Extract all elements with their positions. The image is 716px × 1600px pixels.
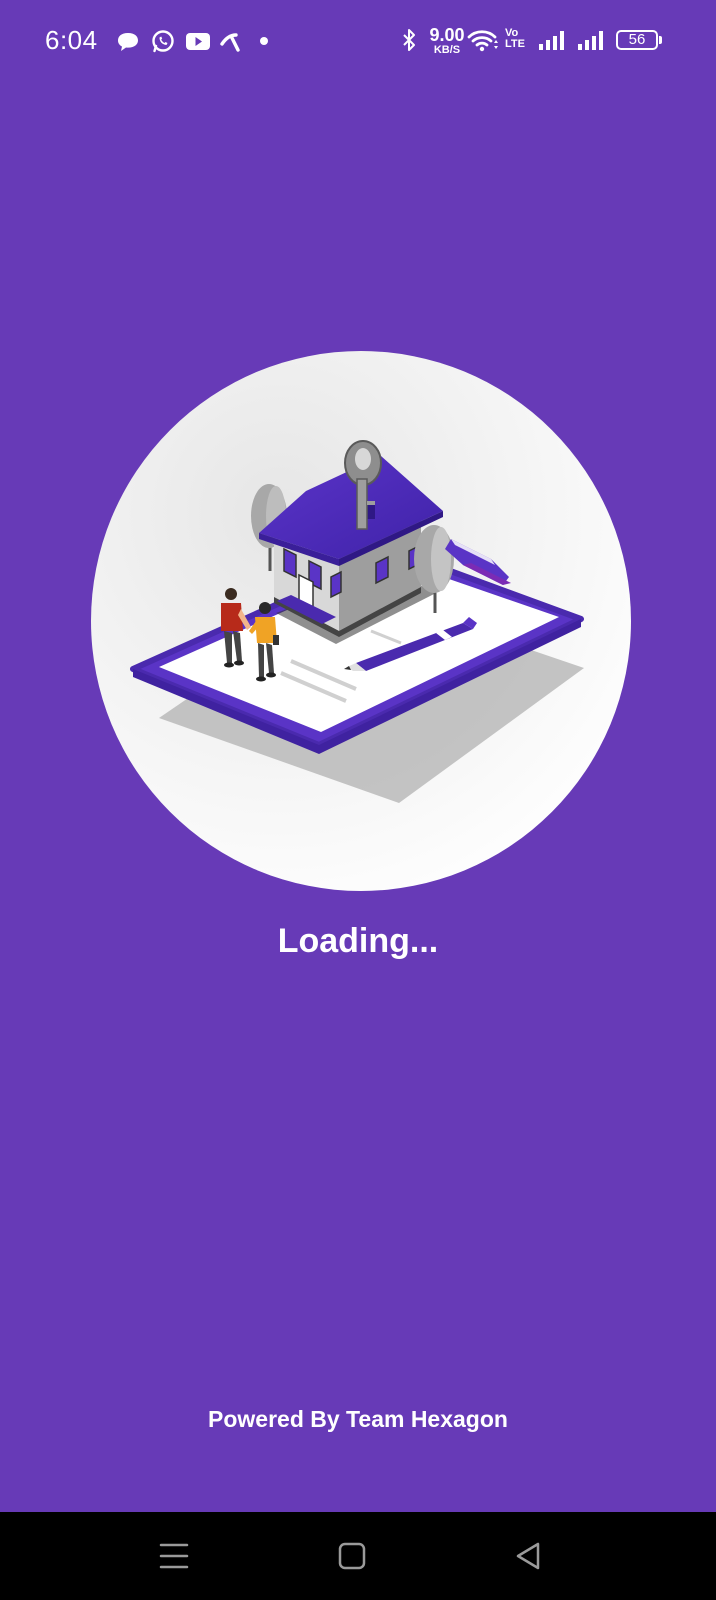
menu-icon[interactable] — [152, 1534, 196, 1578]
battery-tip — [659, 36, 662, 44]
volte-line2: LTE — [505, 38, 525, 50]
status-time: 6:04 — [45, 25, 98, 55]
youtube-icon — [186, 33, 210, 50]
wifi-icon — [467, 30, 498, 52]
chat-bubble-icon — [118, 33, 138, 51]
signal-icon — [578, 31, 603, 50]
network-speed: 9.00 KB/S — [426, 26, 468, 56]
battery-icon: 56 — [616, 30, 658, 50]
network-speed-unit: KB/S — [433, 44, 461, 56]
loading-text: Loading... — [277, 922, 439, 960]
real-estate-illustration — [91, 351, 631, 891]
dot-icon — [260, 37, 268, 45]
bluetooth-icon — [403, 29, 415, 51]
telenor-icon — [220, 33, 240, 52]
navigation-bar — [0, 1512, 716, 1600]
home-icon[interactable] — [330, 1534, 374, 1578]
volte-indicator: Vo LTE — [505, 28, 525, 50]
network-speed-value: 9.00 — [429, 25, 465, 45]
whatsapp-icon — [152, 30, 174, 53]
powered-by-text: Powered By Team Hexagon — [208, 1406, 508, 1432]
back-icon[interactable] — [506, 1534, 550, 1578]
splash-screen: 6:04 9.00 KB/S Vo LTE 56 Loading... Powe… — [0, 0, 716, 1512]
status-bar: 6:04 9.00 KB/S Vo LTE 56 — [0, 0, 716, 84]
signal-icon — [539, 31, 564, 50]
